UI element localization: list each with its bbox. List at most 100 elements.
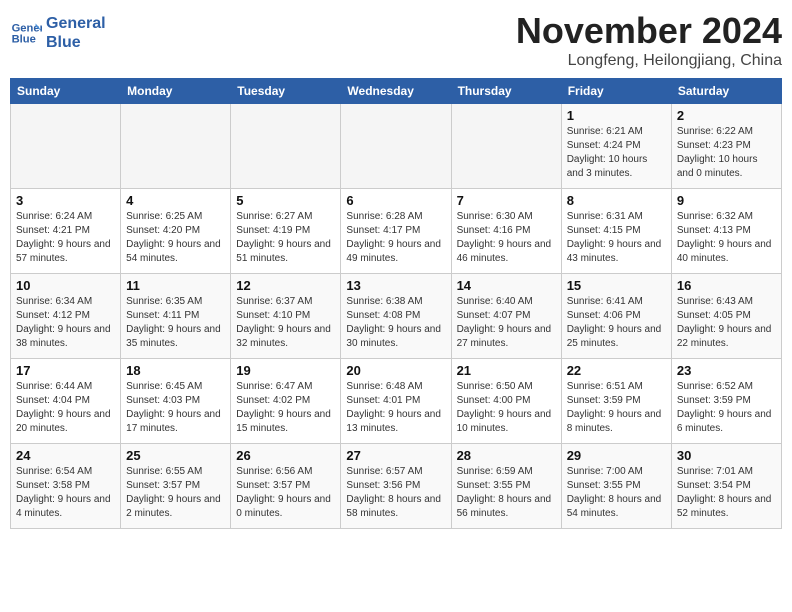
logo: General Blue General Blue: [10, 14, 106, 52]
day-number: 18: [126, 363, 225, 378]
calendar-cell: 14 Sunrise: 6:40 AM Sunset: 4:07 PM Dayli…: [451, 274, 561, 359]
svg-text:General: General: [12, 23, 42, 35]
week-row-1: 3 Sunrise: 6:24 AM Sunset: 4:21 PM Daylig…: [11, 189, 782, 274]
day-number: 19: [236, 363, 335, 378]
day-info: Sunrise: 6:28 AM Sunset: 4:17 PM Dayligh…: [346, 210, 445, 266]
day-number: 15: [567, 278, 666, 293]
svg-text:Blue: Blue: [12, 34, 36, 46]
day-number: 29: [567, 448, 666, 463]
calendar-cell: 7 Sunrise: 6:30 AM Sunset: 4:16 PM Daylig…: [451, 189, 561, 274]
day-number: 28: [457, 448, 556, 463]
calendar-cell: 16 Sunrise: 6:43 AM Sunset: 4:05 PM Dayli…: [671, 274, 781, 359]
calendar-subtitle: Longfeng, Heilongjiang, China: [516, 52, 782, 70]
week-row-3: 17Sunrise: 6:44 AM Sunset: 4:04 PM Dayli…: [11, 359, 782, 444]
day-info: Sunrise: 6:41 AM Sunset: 4:06 PM Dayligh…: [567, 295, 666, 351]
calendar-cell: [451, 104, 561, 189]
day-info: Sunrise: 6:38 AM Sunset: 4:08 PM Dayligh…: [346, 295, 445, 351]
day-info: Sunrise: 6:57 AM Sunset: 3:56 PM Dayligh…: [346, 465, 445, 521]
header-thursday: Thursday: [451, 79, 561, 104]
day-number: 5: [236, 193, 335, 208]
day-number: 8: [567, 193, 666, 208]
day-info: Sunrise: 6:56 AM Sunset: 3:57 PM Dayligh…: [236, 465, 335, 521]
calendar-cell: 23 Sunrise: 6:52 AM Sunset: 3:59 PM Dayli…: [671, 359, 781, 444]
header-monday: Monday: [121, 79, 231, 104]
day-number: 20: [346, 363, 445, 378]
calendar-cell: 6 Sunrise: 6:28 AM Sunset: 4:17 PM Daylig…: [341, 189, 451, 274]
day-info: Sunrise: 6:31 AM Sunset: 4:15 PM Dayligh…: [567, 210, 666, 266]
day-number: 2: [677, 108, 776, 123]
day-info: Sunrise: 6:25 AM Sunset: 4:20 PM Dayligh…: [126, 210, 225, 266]
calendar-cell: 2Sunrise: 6:22 AM Sunset: 4:23 PM Daylig…: [671, 104, 781, 189]
header-tuesday: Tuesday: [231, 79, 341, 104]
week-row-4: 24Sunrise: 6:54 AM Sunset: 3:58 PM Dayli…: [11, 444, 782, 529]
calendar-cell: 5 Sunrise: 6:27 AM Sunset: 4:19 PM Daylig…: [231, 189, 341, 274]
calendar-cell: 21Sunrise: 6:50 AM Sunset: 4:00 PM Dayli…: [451, 359, 561, 444]
calendar-cell: 19Sunrise: 6:47 AM Sunset: 4:02 PM Dayli…: [231, 359, 341, 444]
calendar-cell: [121, 104, 231, 189]
calendar-cell: 8 Sunrise: 6:31 AM Sunset: 4:15 PM Daylig…: [561, 189, 671, 274]
calendar-cell: [341, 104, 451, 189]
calendar-cell: 26 Sunrise: 6:56 AM Sunset: 3:57 PM Dayli…: [231, 444, 341, 529]
day-info: Sunrise: 7:00 AM Sunset: 3:55 PM Dayligh…: [567, 465, 666, 521]
day-number: 9: [677, 193, 776, 208]
day-info: Sunrise: 6:30 AM Sunset: 4:16 PM Dayligh…: [457, 210, 556, 266]
calendar-cell: 22Sunrise: 6:51 AM Sunset: 3:59 PM Dayli…: [561, 359, 671, 444]
header-row: SundayMondayTuesdayWednesdayThursdayFrid…: [11, 79, 782, 104]
calendar-cell: 17Sunrise: 6:44 AM Sunset: 4:04 PM Dayli…: [11, 359, 121, 444]
calendar-cell: 12Sunrise: 6:37 AM Sunset: 4:10 PM Dayli…: [231, 274, 341, 359]
day-info: Sunrise: 6:44 AM Sunset: 4:04 PM Dayligh…: [16, 380, 115, 436]
day-number: 1: [567, 108, 666, 123]
page-header: General Blue General Blue November 2024 …: [10, 10, 782, 70]
logo-line2: Blue: [46, 33, 106, 52]
day-number: 16: [677, 278, 776, 293]
title-block: November 2024 Longfeng, Heilongjiang, Ch…: [516, 10, 782, 70]
day-number: 14: [457, 278, 556, 293]
day-info: Sunrise: 6:27 AM Sunset: 4:19 PM Dayligh…: [236, 210, 335, 266]
header-wednesday: Wednesday: [341, 79, 451, 104]
calendar-cell: 10Sunrise: 6:34 AM Sunset: 4:12 PM Dayli…: [11, 274, 121, 359]
day-info: Sunrise: 6:59 AM Sunset: 3:55 PM Dayligh…: [457, 465, 556, 521]
day-number: 30: [677, 448, 776, 463]
calendar-cell: 28 Sunrise: 6:59 AM Sunset: 3:55 PM Dayli…: [451, 444, 561, 529]
calendar-title: November 2024: [516, 10, 782, 52]
calendar-cell: 20Sunrise: 6:48 AM Sunset: 4:01 PM Dayli…: [341, 359, 451, 444]
calendar-cell: 27Sunrise: 6:57 AM Sunset: 3:56 PM Dayli…: [341, 444, 451, 529]
day-info: Sunrise: 7:01 AM Sunset: 3:54 PM Dayligh…: [677, 465, 776, 521]
header-friday: Friday: [561, 79, 671, 104]
day-number: 13: [346, 278, 445, 293]
day-info: Sunrise: 6:43 AM Sunset: 4:05 PM Dayligh…: [677, 295, 776, 351]
day-info: Sunrise: 6:24 AM Sunset: 4:21 PM Dayligh…: [16, 210, 115, 266]
day-number: 3: [16, 193, 115, 208]
calendar-cell: 30 Sunrise: 7:01 AM Sunset: 3:54 PM Dayli…: [671, 444, 781, 529]
calendar-cell: 15 Sunrise: 6:41 AM Sunset: 4:06 PM Dayli…: [561, 274, 671, 359]
header-sunday: Sunday: [11, 79, 121, 104]
calendar-cell: 3 Sunrise: 6:24 AM Sunset: 4:21 PM Daylig…: [11, 189, 121, 274]
logo-line1: General: [46, 14, 106, 33]
day-number: 24: [16, 448, 115, 463]
calendar-cell: 4 Sunrise: 6:25 AM Sunset: 4:20 PM Daylig…: [121, 189, 231, 274]
day-number: 23: [677, 363, 776, 378]
day-number: 25: [126, 448, 225, 463]
calendar-cell: 18 Sunrise: 6:45 AM Sunset: 4:03 PM Dayli…: [121, 359, 231, 444]
day-info: Sunrise: 6:40 AM Sunset: 4:07 PM Dayligh…: [457, 295, 556, 351]
day-info: Sunrise: 6:21 AM Sunset: 4:24 PM Dayligh…: [567, 125, 666, 181]
day-number: 7: [457, 193, 556, 208]
header-saturday: Saturday: [671, 79, 781, 104]
logo-icon: General Blue: [10, 17, 42, 49]
day-info: Sunrise: 6:50 AM Sunset: 4:00 PM Dayligh…: [457, 380, 556, 436]
calendar-cell: 9 Sunrise: 6:32 AM Sunset: 4:13 PM Daylig…: [671, 189, 781, 274]
day-number: 10: [16, 278, 115, 293]
day-number: 4: [126, 193, 225, 208]
calendar-cell: [11, 104, 121, 189]
day-number: 26: [236, 448, 335, 463]
day-info: Sunrise: 6:55 AM Sunset: 3:57 PM Dayligh…: [126, 465, 225, 521]
day-info: Sunrise: 6:52 AM Sunset: 3:59 PM Dayligh…: [677, 380, 776, 436]
day-number: 6: [346, 193, 445, 208]
week-row-2: 10Sunrise: 6:34 AM Sunset: 4:12 PM Dayli…: [11, 274, 782, 359]
day-info: Sunrise: 6:45 AM Sunset: 4:03 PM Dayligh…: [126, 380, 225, 436]
day-number: 11: [126, 278, 225, 293]
day-info: Sunrise: 6:51 AM Sunset: 3:59 PM Dayligh…: [567, 380, 666, 436]
week-row-0: 1 Sunrise: 6:21 AM Sunset: 4:24 PM Daylig…: [11, 104, 782, 189]
day-info: Sunrise: 6:32 AM Sunset: 4:13 PM Dayligh…: [677, 210, 776, 266]
calendar-cell: 11Sunrise: 6:35 AM Sunset: 4:11 PM Dayli…: [121, 274, 231, 359]
